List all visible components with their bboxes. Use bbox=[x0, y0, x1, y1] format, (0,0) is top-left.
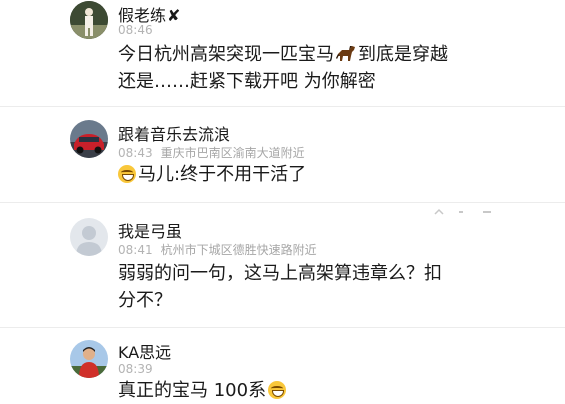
comment-item: 我是弓虽 08:41 杭州市下城区德胜快速路附近 弱弱的问一句，这马上高架算违章么… bbox=[0, 210, 565, 330]
comment-item: 假老练✘ 08:46 今日杭州高架突现一匹宝马 到底是穿越 还是……赶紧下载开吧… bbox=[0, 0, 565, 112]
grin-emoji-icon bbox=[268, 381, 287, 399]
divider bbox=[0, 106, 565, 107]
comment-text: 今日杭州高架突现一匹宝马 到底是穿越 还是……赶紧下载开吧 为你解密 bbox=[118, 44, 448, 92]
comment-meta: 08:41 杭州市下城区德胜快速路附近 bbox=[118, 241, 317, 258]
timestamp: 08:46 bbox=[118, 23, 153, 37]
badge-icon: ✘ bbox=[167, 6, 181, 25]
grin-emoji-icon bbox=[118, 165, 136, 183]
location-text: 杭州市下城区德胜快速路附近 bbox=[160, 243, 317, 257]
avatar[interactable] bbox=[70, 340, 108, 378]
username[interactable]: 我是弓虽 bbox=[118, 218, 182, 242]
avatar[interactable] bbox=[70, 1, 108, 39]
avatar[interactable] bbox=[70, 218, 108, 256]
username[interactable]: KA思远 bbox=[118, 339, 171, 363]
timestamp: 08:43 bbox=[118, 146, 153, 160]
comment-text: 马儿:终于不用干活了 bbox=[118, 161, 538, 188]
avatar[interactable] bbox=[70, 120, 108, 158]
horse-icon bbox=[336, 46, 355, 61]
timestamp: 08:39 bbox=[118, 362, 153, 376]
comment-meta: 08:46 bbox=[118, 23, 153, 37]
comment-meta: 08:39 bbox=[118, 362, 153, 376]
comment-item: 跟着音乐去流浪 08:43 重庆市巴南区渝南大道附近 马儿:终于不用干活了 bbox=[0, 113, 565, 203]
comment-meta: 08:43 重庆市巴南区渝南大道附近 bbox=[118, 144, 305, 161]
divider bbox=[0, 202, 565, 203]
comment-text: 弱弱的问一句，这马上高架算违章么？扣 分不？ bbox=[118, 263, 442, 311]
username[interactable]: 跟着音乐去流浪 bbox=[118, 121, 230, 145]
comment-item: KA思远 08:39 真正的宝马 100系 bbox=[0, 333, 565, 401]
location-text: 重庆市巴南区渝南大道附近 bbox=[160, 146, 305, 160]
timestamp: 08:41 bbox=[118, 243, 153, 257]
divider bbox=[0, 327, 565, 328]
